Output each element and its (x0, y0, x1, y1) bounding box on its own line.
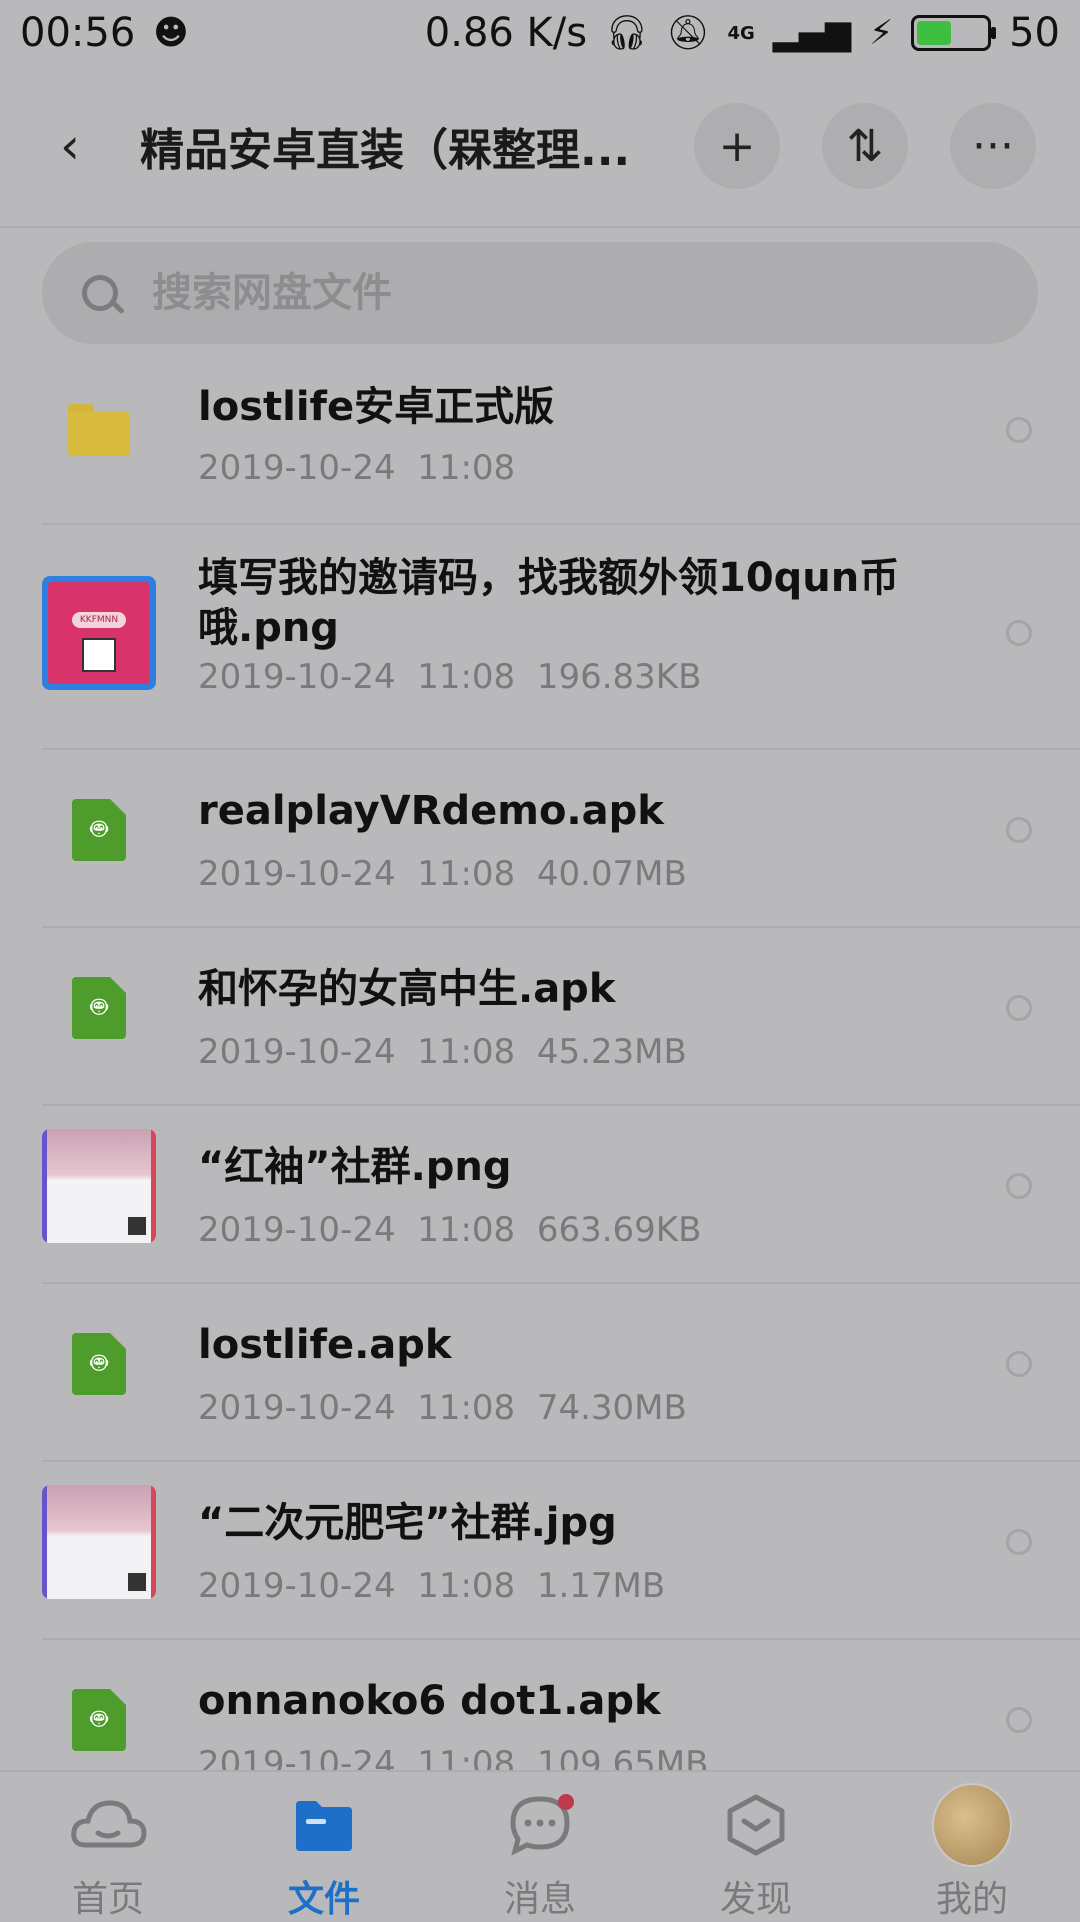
file-row[interactable]: 🤖︎ lostlife.apk 2019-10-24 11:08 74.30MB (0, 1284, 1080, 1462)
file-name: 填写我的邀请码，找我额外领10qun币哦.png (198, 555, 900, 651)
file-meta: 2019-10-24 11:08 40.07MB (198, 854, 687, 894)
android-apk-icon: 🤖︎ (72, 977, 126, 1039)
discover-icon (716, 1790, 796, 1860)
header-divider (0, 226, 1080, 228)
nav-item-5[interactable]: 我的 (864, 1772, 1080, 1922)
nav-item-3[interactable]: 消息 (432, 1772, 648, 1922)
file-date: 2019-10-24 11:08 (198, 1388, 516, 1428)
select-radio[interactable] (1006, 1707, 1032, 1733)
select-radio[interactable] (1006, 620, 1032, 646)
app-notification-icon: ☻ (153, 13, 189, 53)
file-list: lostlife安卓正式版 2019-10-24 11:08 KKFMNN 填写我的邀… (0, 360, 1080, 1818)
avatar (932, 1783, 1012, 1867)
nav-label: 消息 (503, 1879, 576, 1920)
file-row[interactable]: “二次元肥宅”社群.jpg 2019-10-24 11:08 1.17MB (0, 1462, 1080, 1640)
file-size: 663.69KB (515, 1210, 702, 1250)
invite-code: KKFMNN (72, 612, 126, 628)
plus-icon: + (718, 120, 756, 172)
file-row[interactable]: lostlife安卓正式版 2019-10-24 11:08 (0, 360, 1080, 525)
network-type-icon: 4G (727, 22, 755, 44)
nav-item-4[interactable]: 发现 (648, 1772, 864, 1922)
file-meta: 2019-10-24 11:08 (198, 448, 515, 488)
file-name: lostlife.apk (198, 1322, 452, 1368)
file-date: 2019-10-24 11:08 (198, 1032, 516, 1072)
qr-code-icon (82, 638, 116, 672)
file-meta: 2019-10-24 11:08 45.23MB (198, 1032, 687, 1072)
file-meta: 2019-10-24 11:08 1.17MB (198, 1566, 665, 1606)
sort-button[interactable]: ⇅ (822, 103, 908, 189)
headphones-icon: 🎧︎ (605, 13, 649, 53)
battery-level: 50 (1009, 10, 1060, 56)
file-name: lostlife安卓正式版 (198, 384, 555, 430)
more-icon: ··· (972, 120, 1014, 172)
cloud-icon (68, 1790, 148, 1860)
unread-badge (558, 1794, 574, 1810)
signal-icon: ▂▄▆ (772, 13, 852, 53)
file-row[interactable]: 🤖︎ 和怀孕的女高中生.apk 2019-10-24 11:08 45.23MB (0, 928, 1080, 1106)
nav-label: 文件 (287, 1879, 360, 1920)
file-name: realplayVRdemo.apk (198, 788, 664, 834)
image-thumbnail (42, 1485, 156, 1599)
nav-item-1[interactable]: 首页 (0, 1772, 216, 1922)
file-date: 2019-10-24 11:08 (198, 448, 516, 488)
file-name: “红袖”社群.png (198, 1144, 512, 1190)
select-radio[interactable] (1006, 417, 1032, 443)
select-radio[interactable] (1006, 1173, 1032, 1199)
file-date: 2019-10-24 11:08 (198, 1566, 516, 1606)
select-radio[interactable] (1006, 817, 1032, 843)
file-meta: 2019-10-24 11:08 663.69KB (198, 1210, 701, 1250)
android-apk-icon: 🤖︎ (72, 799, 126, 861)
search-bar[interactable] (42, 242, 1038, 344)
file-size: 45.23MB (515, 1032, 687, 1072)
page-title: 精品安卓直装（槑整理... (140, 125, 631, 176)
select-radio[interactable] (1006, 995, 1032, 1021)
qr-code-icon (128, 1217, 146, 1235)
file-date: 2019-10-24 11:08 (198, 657, 516, 697)
status-bar: 00:56 ☻ 0.86 K/s 🎧︎ 🔕︎ 4G ▂▄▆ ⚡︎ 50 (0, 0, 1080, 66)
status-time: 00:56 (20, 10, 136, 56)
file-size: 196.83KB (515, 657, 702, 697)
nav-label: 我的 (935, 1879, 1008, 1920)
file-size: 74.30MB (515, 1388, 687, 1428)
android-apk-icon: 🤖︎ (72, 1333, 126, 1395)
select-radio[interactable] (1006, 1351, 1032, 1377)
nav-item-2[interactable]: 文件 (216, 1772, 432, 1922)
sort-icon: ⇅ (846, 120, 884, 172)
file-row[interactable]: KKFMNN 填写我的邀请码，找我额外领10qun币哦.png 2019-10-24… (0, 525, 1080, 750)
file-name: 和怀孕的女高中生.apk (198, 966, 616, 1012)
file-meta: 2019-10-24 11:08 196.83KB (198, 657, 701, 697)
qr-code-icon (128, 1573, 146, 1591)
top-header: ‹ 精品安卓直装（槑整理... + ⇅ ··· (0, 86, 1080, 206)
file-row[interactable]: 🤖︎ realplayVRdemo.apk 2019-10-24 11:08 40.… (0, 750, 1080, 928)
charging-icon: ⚡︎ (869, 13, 894, 53)
file-date: 2019-10-24 11:08 (198, 854, 516, 894)
back-button[interactable]: ‹ (40, 116, 100, 176)
folder-icon (68, 404, 130, 456)
chevron-left-icon: ‹ (60, 117, 80, 175)
message-icon (500, 1790, 580, 1860)
bottom-navigation: 首页 文件 消息 发现 我的 (0, 1770, 1080, 1922)
file-size: 1.17MB (515, 1566, 666, 1606)
file-name: onnanoko6 dot1.apk (198, 1678, 661, 1724)
network-speed: 0.86 K/s (424, 10, 588, 56)
file-date: 2019-10-24 11:08 (198, 1210, 516, 1250)
nav-label: 发现 (719, 1879, 792, 1920)
file-name: “二次元肥宅”社群.jpg (198, 1500, 617, 1546)
more-button[interactable]: ··· (950, 103, 1036, 189)
select-radio[interactable] (1006, 1529, 1032, 1555)
file-row[interactable]: “红袖”社群.png 2019-10-24 11:08 663.69KB (0, 1106, 1080, 1284)
mute-icon: 🔕︎ (666, 13, 710, 53)
android-apk-icon: 🤖︎ (72, 1689, 126, 1751)
file-meta: 2019-10-24 11:08 74.30MB (198, 1388, 687, 1428)
search-icon (82, 275, 118, 311)
battery-icon (911, 15, 997, 51)
nav-label: 首页 (71, 1879, 144, 1920)
file-size: 40.07MB (515, 854, 687, 894)
folder-icon (284, 1790, 364, 1860)
search-input[interactable] (150, 269, 954, 317)
add-button[interactable]: + (694, 103, 780, 189)
image-thumbnail (42, 1129, 156, 1243)
image-thumbnail: KKFMNN (42, 576, 156, 690)
